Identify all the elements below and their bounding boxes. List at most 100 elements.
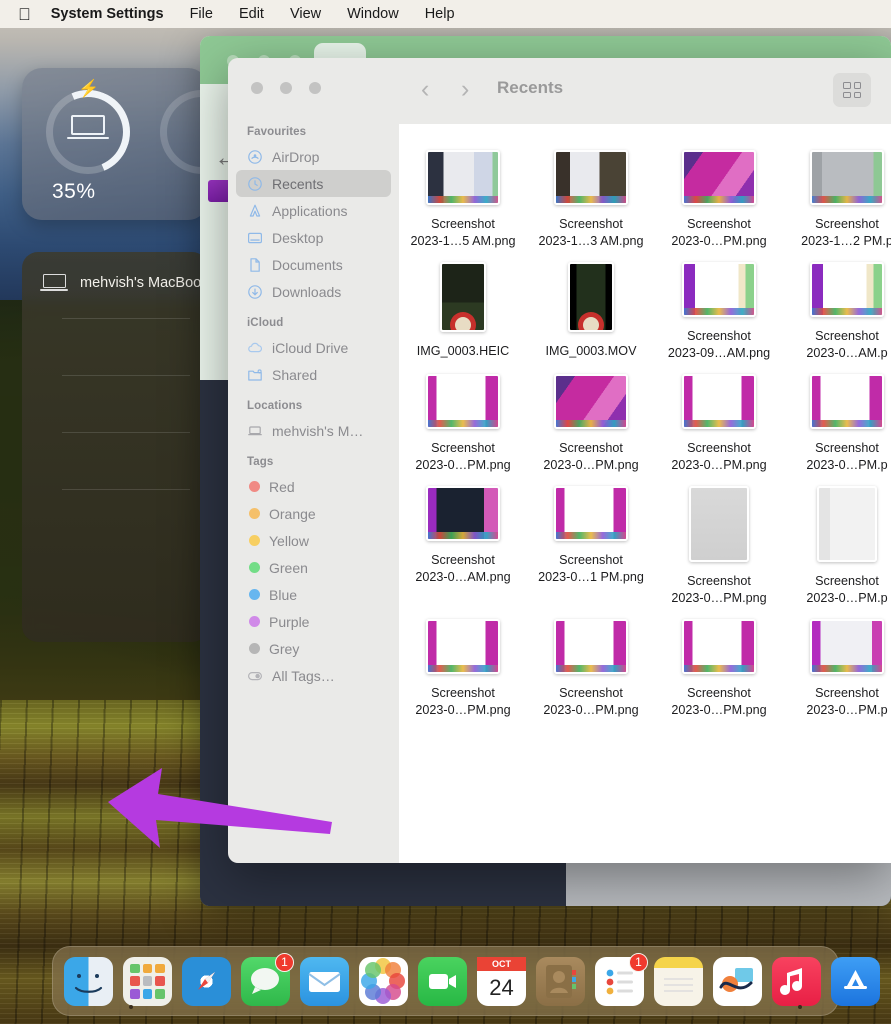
forward-button[interactable]: › — [461, 77, 469, 102]
tag-color-dot — [249, 481, 260, 492]
file-name: Screenshot2023-0…PM.png — [399, 440, 527, 474]
menu-item-view[interactable]: View — [277, 6, 334, 22]
sidebar-tag-label: Orange — [269, 506, 316, 522]
file-thumbnail — [554, 619, 628, 674]
file-item[interactable]: IMG_0003.HEIC — [399, 250, 527, 362]
file-name: IMG_0003.HEIC — [399, 343, 527, 360]
sidebar-item-shared[interactable]: Shared — [236, 361, 391, 388]
thumbnail-dock-strip — [684, 308, 754, 315]
file-item[interactable]: Screenshot2023-0…PM.png — [527, 362, 655, 474]
file-item[interactable]: Screenshot2023-09…AM.png — [655, 250, 783, 362]
device-row[interactable]: mehvish's MacBook — [22, 252, 208, 292]
dock-icon-music[interactable] — [772, 957, 821, 1006]
dock-icon-messages[interactable]: 1 — [241, 957, 290, 1006]
thumbnail-dock-strip — [428, 196, 498, 203]
sidebar-item-documents[interactable]: Documents — [236, 251, 391, 278]
file-item[interactable]: Screenshot2023-1…3 AM.png — [527, 138, 655, 250]
dock-icon-reminders[interactable]: 1 — [595, 957, 644, 1006]
shared-folder-icon — [247, 367, 263, 383]
dock-icon-photos[interactable] — [359, 957, 408, 1006]
battery-widget[interactable]: ⚡ 35% — [22, 68, 208, 220]
maximize-icon[interactable] — [309, 82, 321, 94]
dock-icon-contacts[interactable] — [536, 957, 585, 1006]
file-thumbnail — [426, 619, 500, 674]
file-item[interactable]: Screenshot2023-0…AM.p — [783, 250, 891, 362]
file-item[interactable]: Screenshot2023-0…PM.png — [655, 607, 783, 719]
dock-icon-mail[interactable] — [300, 957, 349, 1006]
dock-icon-appstore[interactable] — [831, 957, 880, 1006]
file-name-line2: 2023-0…AM.p — [783, 345, 891, 362]
file-item[interactable]: Screenshot2023-0…PM.p — [783, 474, 891, 607]
dock-badge: 1 — [629, 953, 648, 972]
file-name: Screenshot2023-0…PM.png — [655, 440, 783, 474]
menu-bar:  System Settings File Edit View Window … — [0, 0, 891, 28]
sidebar-tag-green[interactable]: Green — [236, 554, 391, 581]
file-grid: Screenshot2023-1…5 AM.pngScreenshot2023-… — [399, 124, 891, 863]
sidebar-tag-red[interactable]: Red — [236, 473, 391, 500]
file-item[interactable]: Screenshot2023-0…PM.png — [527, 607, 655, 719]
sidebar-item-icloud-drive[interactable]: iCloud Drive — [236, 334, 391, 361]
device-widget[interactable]: mehvish's MacBook — [22, 252, 208, 642]
sidebar-item-downloads[interactable]: Downloads — [236, 278, 391, 305]
grid-view-icon[interactable] — [833, 73, 871, 107]
file-thumbnail — [682, 374, 756, 429]
finder-window[interactable]: FavouritesAirDropRecentsApplicationsDesk… — [228, 58, 891, 863]
sidebar-tag-blue[interactable]: Blue — [236, 581, 391, 608]
thumbnail-dock-strip — [556, 532, 626, 539]
file-item[interactable]: Screenshot2023-0…1 PM.png — [527, 474, 655, 607]
dock-icon-notes[interactable] — [654, 957, 703, 1006]
file-name-line2: 2023-0…AM.png — [399, 569, 527, 586]
file-name-line2: 2023-0…PM.p — [783, 702, 891, 719]
apple-menu-icon[interactable]:  — [18, 6, 31, 23]
file-item[interactable]: Screenshot2023-0…PM.p — [783, 607, 891, 719]
dock-icon-facetime[interactable] — [418, 957, 467, 1006]
sidebar-item-label: mehvish's M… — [272, 423, 363, 439]
file-name-line2: 2023-0…PM.png — [655, 702, 783, 719]
file-grid-row: IMG_0003.HEICIMG_0003.MOVScreenshot2023-… — [399, 250, 891, 362]
sidebar-tag-purple[interactable]: Purple — [236, 608, 391, 635]
thumbnail-dock-strip — [812, 308, 882, 315]
sidebar-tag-yellow[interactable]: Yellow — [236, 527, 391, 554]
dock-icon-finder[interactable] — [64, 957, 113, 1006]
file-thumbnail — [554, 486, 628, 541]
dock-badge: 1 — [275, 953, 294, 972]
menu-item-system-settings[interactable]: System Settings — [51, 6, 177, 22]
file-item[interactable]: Screenshot2023-1…2 PM.p — [783, 138, 891, 250]
file-item[interactable]: Screenshot2023-1…5 AM.png — [399, 138, 527, 250]
file-item[interactable]: Screenshot2023-0…PM.png — [399, 607, 527, 719]
sidebar-all-tags[interactable]: All Tags… — [236, 662, 391, 689]
file-item[interactable]: Screenshot2023-0…AM.png — [399, 474, 527, 607]
file-item[interactable]: Screenshot2023-0…PM.p — [783, 362, 891, 474]
back-button[interactable]: ‹ — [421, 77, 429, 102]
page-title: Recents — [497, 78, 563, 98]
sidebar-item-recents[interactable]: Recents — [236, 170, 391, 197]
file-item[interactable]: IMG_0003.MOV — [527, 250, 655, 362]
file-item[interactable]: Screenshot2023-0…PM.png — [655, 138, 783, 250]
divider — [62, 489, 190, 490]
sidebar-item-applications[interactable]: Applications — [236, 197, 391, 224]
close-icon[interactable] — [251, 82, 263, 94]
thumbnail-dock-strip — [684, 420, 754, 427]
tag-color-dot — [249, 643, 260, 654]
sidebar-item-airdrop[interactable]: AirDrop — [236, 143, 391, 170]
file-item[interactable]: Screenshot2023-0…PM.png — [399, 362, 527, 474]
file-name-line1: Screenshot — [655, 440, 783, 457]
menu-item-edit[interactable]: Edit — [226, 6, 277, 22]
traffic-lights[interactable] — [251, 82, 321, 94]
dock-icon-safari[interactable] — [182, 957, 231, 1006]
menu-item-help[interactable]: Help — [412, 6, 468, 22]
file-item[interactable]: Screenshot2023-0…PM.png — [655, 474, 783, 607]
menu-item-file[interactable]: File — [177, 6, 226, 22]
sidebar-item-mehvish-s-m[interactable]: mehvish's M… — [236, 417, 391, 444]
menu-item-window[interactable]: Window — [334, 6, 412, 22]
sidebar-tag-grey[interactable]: Grey — [236, 635, 391, 662]
dock-icon-launchpad[interactable] — [123, 957, 172, 1006]
dock-icon-freeform[interactable] — [713, 957, 762, 1006]
sidebar-tag-orange[interactable]: Orange — [236, 500, 391, 527]
file-item[interactable]: Screenshot2023-0…PM.png — [655, 362, 783, 474]
file-name-line1: Screenshot — [783, 328, 891, 345]
sidebar-item-desktop[interactable]: Desktop — [236, 224, 391, 251]
dock-icon-calendar[interactable]: OCT24 — [477, 957, 526, 1006]
dock: 1 OCT24 1 — [52, 946, 839, 1016]
minimize-icon[interactable] — [280, 82, 292, 94]
